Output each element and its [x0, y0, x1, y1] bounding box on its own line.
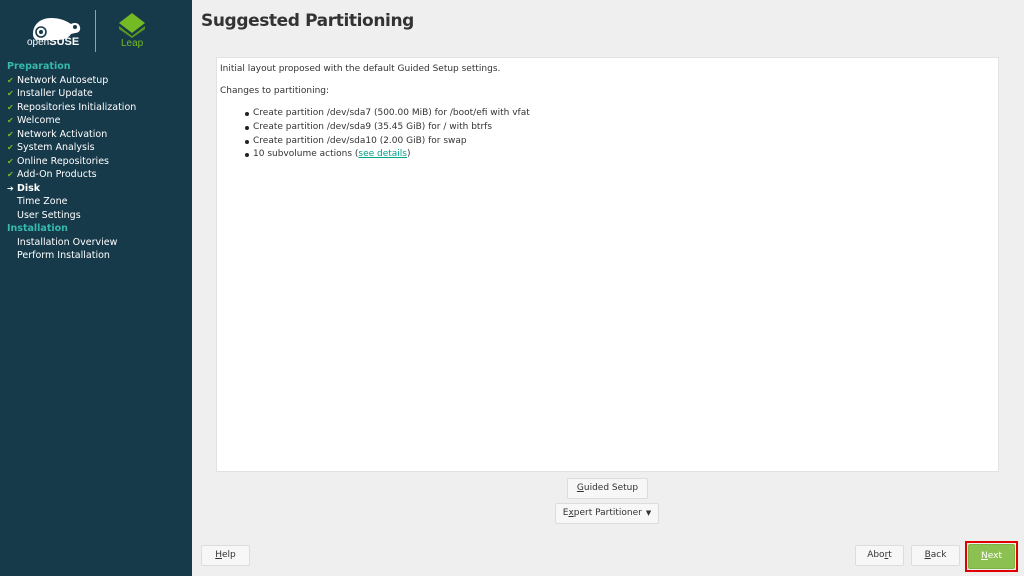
checkmark-icon: ✔ — [7, 102, 14, 112]
step-label: Add-On Products — [17, 169, 97, 180]
checkmark-icon: ✔ — [7, 129, 14, 139]
wordmark-open: open — [27, 37, 50, 48]
step-add-on-products: ✔ Add-On Products — [7, 168, 187, 182]
leap-label: Leap — [121, 38, 144, 49]
arrow-right-icon: ➔ — [7, 183, 14, 193]
change-item-subvolumes: 10 subvolume actions (see details) — [245, 148, 995, 162]
step-label: Network Activation — [17, 128, 108, 140]
step-label: System Analysis — [17, 142, 95, 153]
step-label: Online Repositories — [17, 155, 109, 167]
button-label: uided Setup — [583, 483, 639, 493]
step-disk: ➔ Disk — [7, 182, 187, 196]
changes-label: Changes to partitioning: — [220, 86, 330, 96]
button-label: Abo — [867, 550, 885, 560]
accel-key: N — [981, 551, 988, 561]
leap-logo-icon — [119, 13, 145, 38]
step-network-activation: ✔ Network Activation — [7, 128, 187, 142]
opensuse-wordmark: openSUSE — [27, 36, 79, 48]
step-system-analysis: ✔ System Analysis — [7, 141, 187, 155]
change-item: Create partition /dev/sda10 (2.00 GiB) f… — [245, 135, 995, 149]
button-label: pert Partitioner — [573, 508, 642, 518]
checkmark-icon: ✔ — [7, 143, 14, 152]
button-label: t — [888, 550, 892, 560]
accel-key: G — [576, 483, 584, 493]
checkmark-icon: ✔ — [7, 89, 14, 98]
step-user-settings: User Settings — [7, 209, 187, 223]
dropdown-arrow-icon: ▼ — [645, 509, 652, 517]
step-label: Disk — [17, 182, 41, 194]
partitioning-summary-panel: Initial layout proposed with the default… — [216, 57, 999, 472]
step-online-repositories: ✔ Online Repositories — [7, 155, 187, 169]
installer-sidebar: openSUSE Leap Preparation ✔ Network Autose… — [0, 0, 192, 576]
expert-partitioner-button[interactable]: Expert Partitioner ▼ — [555, 503, 659, 524]
checkmark-icon: ✔ — [7, 116, 14, 125]
step-time-zone: Time Zone — [7, 195, 187, 209]
changes-list: Create partition /dev/sda7 (500.00 MiB) … — [220, 107, 995, 162]
button-label: elp — [222, 550, 236, 560]
step-perform-installation: Perform Installation — [7, 249, 187, 263]
help-button[interactable]: Help — [201, 545, 250, 566]
intro-text: Initial layout proposed with the default… — [220, 64, 501, 74]
guided-setup-button[interactable]: Guided Setup — [567, 478, 648, 499]
step-label: Network Autosetup — [17, 74, 109, 86]
step-repositories-initialization: ✔ Repositories Initialization — [7, 101, 187, 115]
change-item: Create partition /dev/sda9 (35.45 GiB) f… — [245, 121, 995, 135]
page-title: Suggested Partitioning — [201, 11, 414, 31]
main-area: Suggested Partitioning Initial layout pr… — [192, 0, 1024, 576]
step-label: Repositories Initialization — [17, 101, 137, 113]
subvolume-suffix: ) — [407, 149, 411, 160]
change-item: Create partition /dev/sda7 (500.00 MiB) … — [245, 107, 995, 121]
step-label: Time Zone — [17, 196, 68, 207]
checkmark-icon: ✔ — [7, 75, 14, 85]
step-label: Installation Overview — [17, 236, 118, 248]
step-network-autosetup: ✔ Network Autosetup — [7, 74, 187, 88]
installation-steps: Preparation ✔ Network Autosetup ✔ Installer … — [7, 60, 187, 263]
step-group-installation: Installation — [7, 223, 68, 234]
checkmark-icon: ✔ — [7, 156, 14, 166]
abort-button[interactable]: Abort — [855, 545, 904, 566]
logo-divider — [95, 10, 96, 52]
button-label: ack — [930, 550, 947, 560]
accel-key: H — [215, 550, 222, 560]
step-welcome: ✔ Welcome — [7, 114, 187, 128]
checkmark-icon: ✔ — [7, 170, 14, 179]
step-group-preparation: Preparation — [7, 61, 71, 72]
button-label: ext — [987, 551, 1002, 561]
subvolume-text: 10 subvolume actions ( — [253, 149, 359, 160]
logo-area: openSUSE Leap — [0, 0, 192, 60]
step-label: Installer Update — [17, 88, 93, 99]
wordmark-suse: SUSE — [49, 36, 80, 48]
step-label: Welcome — [17, 115, 61, 126]
see-details-link[interactable]: see details — [358, 149, 407, 159]
back-button[interactable]: Back — [911, 545, 960, 566]
step-installation-overview: Installation Overview — [7, 236, 187, 250]
next-button[interactable]: Next — [968, 544, 1015, 569]
step-label: Perform Installation — [17, 250, 110, 261]
step-label: User Settings — [17, 209, 81, 221]
step-installer-update: ✔ Installer Update — [7, 87, 187, 101]
